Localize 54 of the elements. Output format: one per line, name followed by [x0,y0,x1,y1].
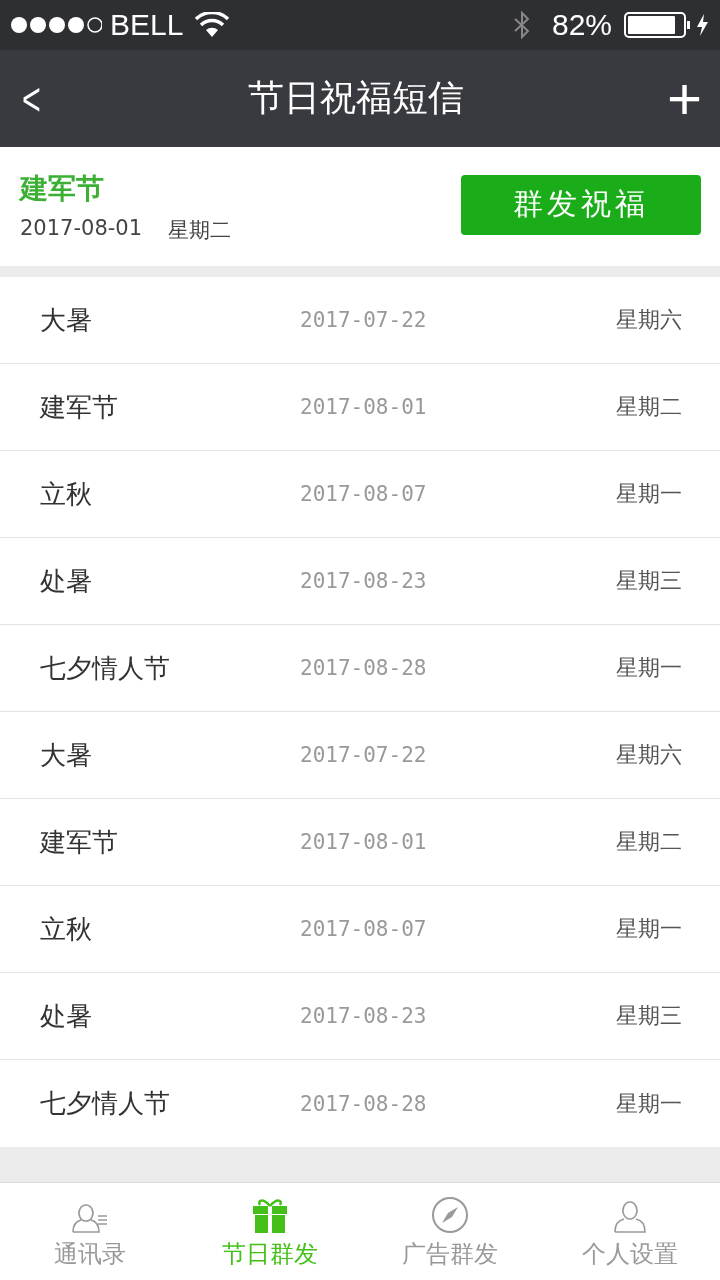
holiday-row[interactable]: 建军节 2017-08-01 星期二 [0,799,720,886]
battery-percent: 82% [551,8,612,42]
holiday-name: 立秋 [40,912,93,946]
holiday-date: 2017-08-28 [300,656,428,680]
holiday-name: 建军节 [20,170,105,207]
holiday-weekday: 星期三 [616,567,682,595]
holiday-name: 七夕情人节 [40,1087,171,1120]
holiday-date: 2017-08-07 [300,482,428,506]
holiday-date: 2017-08-01 [300,830,428,854]
holiday-row[interactable]: 大暑 2017-07-22 星期六 [0,277,720,364]
holiday-weekday: 星期二 [168,216,232,244]
holiday-row[interactable]: 大暑 2017-07-22 星期六 [0,712,720,799]
holiday-name: 大暑 [40,303,93,337]
holiday-weekday: 星期一 [616,480,682,508]
holiday-name: 处暑 [40,564,93,598]
holiday-weekday: 星期六 [616,741,682,769]
holiday-row[interactable]: 立秋 2017-08-07 星期一 [0,886,720,973]
person-list-icon [70,1202,110,1234]
gift-icon [251,1198,289,1234]
holiday-date: 2017-08-28 [300,1091,428,1116]
holiday-row[interactable]: 七夕情人节 2017-08-28 星期一 [0,1060,720,1147]
holiday-row[interactable]: 处暑 2017-08-23 星期三 [0,973,720,1060]
person-icon [613,1200,647,1234]
holiday-date: 2017-08-01 [20,215,143,242]
holiday-name: 七夕情人节 [40,651,171,685]
holiday-name: 立秋 [40,477,93,511]
holiday-row[interactable]: 处暑 2017-08-23 星期三 [0,538,720,625]
holiday-date: 2017-08-01 [300,395,428,419]
holiday-row[interactable]: 立秋 2017-08-07 星期一 [0,451,720,538]
holiday-date: 2017-07-22 [300,308,428,332]
holiday-weekday: 星期二 [616,393,682,421]
holiday-name: 建军节 [40,390,119,424]
holiday-row[interactable]: 建军节 2017-08-01 星期二 [0,364,720,451]
holiday-date: 2017-08-23 [300,1004,428,1028]
wifi-icon [195,12,230,38]
holiday-date: 2017-07-22 [300,743,428,767]
signal-icon [10,15,102,35]
holiday-weekday: 星期一 [616,915,682,943]
back-button[interactable]: < [9,71,54,126]
add-button[interactable]: + [648,64,720,133]
holiday-name: 建军节 [40,825,119,859]
holiday-date: 2017-08-23 [300,569,428,593]
page-title: 节日祝福短信 [247,76,464,120]
carrier-name: BELL [110,8,184,42]
holiday-weekday: 星期一 [616,1089,682,1118]
holiday-weekday: 星期二 [616,828,682,856]
holiday-weekday: 星期六 [616,306,682,334]
holiday-name: 大暑 [40,738,93,772]
holiday-name: 处暑 [40,999,93,1033]
holiday-weekday: 星期三 [616,1002,682,1030]
compass-icon [431,1196,469,1234]
holiday-row[interactable]: 七夕情人节 2017-08-28 星期一 [0,625,720,712]
holiday-date: 2017-08-07 [300,917,428,941]
holiday-weekday: 星期一 [616,654,682,682]
